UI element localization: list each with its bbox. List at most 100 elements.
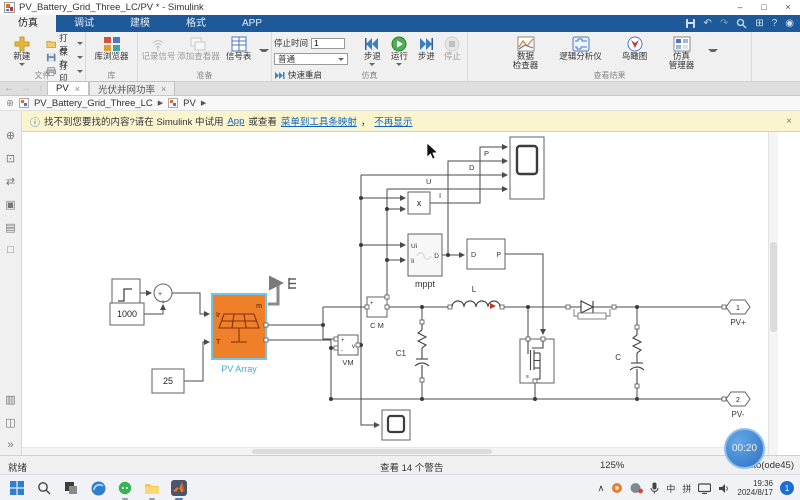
redo-icon[interactable]: ↷ bbox=[720, 18, 728, 29]
pv-plus-port[interactable]: 1 PV+ bbox=[722, 300, 750, 327]
horizontal-scrollbar[interactable] bbox=[22, 447, 768, 455]
sim-manager-button[interactable]: 仿真 管理器 bbox=[658, 34, 706, 71]
doc-tab-grid-power[interactable]: 光伏并网功率× bbox=[89, 81, 175, 95]
vertical-scrollbar-thumb[interactable] bbox=[770, 242, 777, 332]
microphone-icon[interactable] bbox=[650, 482, 659, 494]
library-browser-button[interactable]: 库浏览器 bbox=[88, 34, 135, 71]
annotation-icon[interactable]: ▣ bbox=[5, 198, 15, 211]
diode-block[interactable] bbox=[566, 301, 616, 319]
prepare-more-caret[interactable] bbox=[259, 49, 269, 59]
mosfet-block[interactable]: s bbox=[520, 337, 554, 383]
ime-language-indicator[interactable]: 中 bbox=[666, 482, 675, 495]
speaker-icon[interactable] bbox=[718, 483, 730, 494]
taskbar-search-button[interactable] bbox=[35, 479, 53, 497]
help-icon[interactable]: ? bbox=[772, 18, 778, 29]
minimize-button[interactable]: – bbox=[728, 0, 752, 15]
irradiance-constant-block[interactable]: 1000 bbox=[110, 303, 144, 325]
svg-text:-: - bbox=[341, 348, 343, 354]
network-display-icon[interactable] bbox=[698, 483, 711, 494]
layout-icon[interactable]: ⊞ bbox=[755, 18, 763, 29]
data-inspector-button[interactable]: 数据 检查器 bbox=[502, 34, 550, 71]
c-branch-block[interactable]: C bbox=[615, 325, 644, 388]
results-more-caret[interactable] bbox=[708, 49, 718, 59]
new-caret[interactable] bbox=[19, 63, 25, 69]
notification-center-badge[interactable]: 1 bbox=[780, 481, 794, 495]
clock[interactable]: 19:36 2024/8/17 bbox=[737, 479, 773, 497]
palette-more-icon[interactable]: » bbox=[7, 439, 13, 451]
birds-eye-button[interactable]: 鸟瞰图 bbox=[612, 34, 658, 71]
current-measurement-block[interactable]: + C M bbox=[365, 295, 389, 330]
browser-button[interactable] bbox=[89, 479, 107, 497]
voltage-measurement-block[interactable]: + - v VM bbox=[334, 335, 360, 367]
horizontal-scrollbar-thumb[interactable] bbox=[252, 449, 492, 454]
new-button[interactable]: 新建 bbox=[2, 34, 42, 71]
start-button[interactable] bbox=[8, 479, 26, 497]
breadcrumb-home-icon[interactable]: ⊕ bbox=[6, 98, 14, 109]
tab-debug[interactable]: 调试 bbox=[56, 15, 112, 32]
nav-back-icon[interactable]: ← bbox=[4, 83, 14, 94]
subsystem-icon[interactable]: □ bbox=[7, 244, 14, 256]
step-forward-button[interactable]: 步进 bbox=[413, 34, 440, 71]
tray-app-icon[interactable] bbox=[611, 482, 623, 494]
notification-close-icon[interactable]: × bbox=[786, 116, 792, 127]
recording-timer-overlay[interactable]: 00:20 bbox=[724, 428, 765, 469]
maximize-button[interactable]: □ bbox=[752, 0, 776, 15]
model-browser-icon[interactable]: ▥ bbox=[5, 393, 15, 406]
temperature-constant-block[interactable]: 25 bbox=[152, 369, 184, 393]
tab-apps[interactable]: APP bbox=[224, 15, 280, 32]
inductor-block[interactable]: L bbox=[448, 285, 504, 309]
pv-array-block[interactable]: Ir T m PV Array bbox=[212, 294, 268, 374]
zoom-icon[interactable]: ⊕ bbox=[6, 129, 15, 142]
vertical-scrollbar[interactable] bbox=[768, 132, 778, 455]
app-link[interactable]: App bbox=[227, 116, 244, 127]
nav-up-icon[interactable]: ↑ bbox=[38, 83, 43, 94]
tray-sync-icon[interactable] bbox=[630, 482, 643, 494]
menu-map-link[interactable]: 菜单到工具条映射 bbox=[281, 114, 357, 128]
tab-format[interactable]: 格式 bbox=[168, 15, 224, 32]
model-canvas[interactable]: + + 1000 25 Ir T m PV Array + C M bbox=[22, 132, 768, 447]
signal-table-button[interactable]: 信号表 bbox=[220, 34, 257, 71]
pwm-generator-block[interactable]: D P bbox=[467, 239, 505, 269]
record-icon[interactable]: ◉ bbox=[785, 18, 794, 29]
viewmark-icon[interactable]: ▤ bbox=[5, 221, 15, 234]
fit-view-icon[interactable]: ⊡ bbox=[6, 152, 15, 165]
task-view-button[interactable] bbox=[62, 479, 80, 497]
tab-simulation[interactable]: 仿真 bbox=[0, 15, 56, 32]
c1-branch-block[interactable]: C1 bbox=[396, 320, 429, 382]
tab-modeling[interactable]: 建模 bbox=[112, 15, 168, 32]
doc-tab-pv[interactable]: PV× bbox=[47, 81, 89, 95]
messenger-button[interactable] bbox=[116, 479, 134, 497]
ime-pinyin-indicator[interactable]: 拼 bbox=[682, 482, 691, 495]
simulation-mode-dropdown[interactable]: 普通 bbox=[274, 53, 348, 65]
mppt-block[interactable]: Ui Ii D mppt bbox=[408, 234, 442, 289]
save-icon[interactable] bbox=[685, 18, 696, 29]
stop-time-input[interactable] bbox=[311, 38, 345, 49]
search-icon[interactable] bbox=[736, 18, 747, 29]
undo-icon[interactable]: ↶ bbox=[704, 18, 712, 29]
scope-block[interactable] bbox=[510, 137, 544, 199]
product-block[interactable]: x bbox=[408, 192, 430, 214]
status-warnings-link[interactable]: 查看 14 个警告 bbox=[380, 460, 443, 474]
step-back-button[interactable]: 步退 bbox=[359, 34, 386, 71]
status-zoom-level[interactable]: 125% bbox=[600, 460, 624, 471]
breadcrumb-root[interactable]: PV_Battery_Grid_Three_LC bbox=[34, 98, 153, 109]
bus-wire bbox=[268, 278, 296, 304]
stop-icon bbox=[443, 36, 461, 52]
tray-expand-icon[interactable]: ∧ bbox=[598, 483, 605, 494]
file-explorer-button[interactable] bbox=[143, 479, 161, 497]
signal-routing-icon[interactable]: ⇄ bbox=[6, 175, 15, 188]
scope-block[interactable] bbox=[382, 410, 410, 440]
logic-analyzer-button[interactable]: 逻辑分析仪 bbox=[550, 34, 612, 71]
signal-table-icon bbox=[230, 36, 248, 52]
matlab-button[interactable] bbox=[170, 479, 188, 497]
close-button[interactable]: × bbox=[776, 0, 800, 15]
data-dictionary-icon[interactable]: ◫ bbox=[5, 416, 15, 429]
dismiss-link[interactable]: 不再显示 bbox=[374, 114, 412, 128]
pv-minus-port[interactable]: 2 PV- bbox=[722, 392, 750, 419]
tab-close-icon[interactable]: × bbox=[161, 84, 166, 94]
tab-close-icon[interactable]: × bbox=[75, 84, 80, 94]
breadcrumb-current[interactable]: PV bbox=[183, 98, 196, 109]
run-button[interactable]: 运行 bbox=[386, 34, 413, 71]
sum-block[interactable]: + + bbox=[154, 284, 172, 306]
nav-forward-icon[interactable]: → bbox=[21, 83, 31, 94]
